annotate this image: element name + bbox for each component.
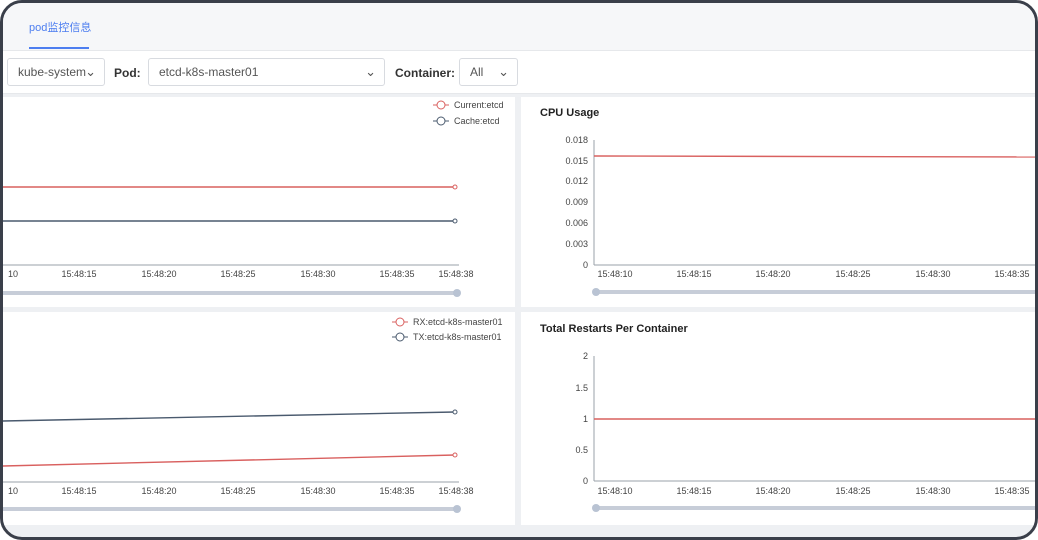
x-ticks: 15:48:10 15:48:15 15:48:20 15:48:25 15:4… (597, 486, 1029, 496)
zoom-handle[interactable] (453, 505, 461, 513)
x-tick: 15:48:15 (61, 486, 96, 496)
legend-current-marker (436, 100, 446, 110)
x-tick: 15:48:25 (220, 269, 255, 279)
x-tick: 15:48:38 (438, 486, 473, 496)
series-cache-point (452, 218, 458, 224)
active-tab-indicator (29, 47, 89, 49)
series-rx-line (3, 454, 456, 467)
x-tick: 15:48:38 (438, 269, 473, 279)
memory-panel: 10 15:48:15 15:48:20 15:48:25 15:48:30 1… (3, 97, 515, 307)
legend-rx-marker (395, 317, 405, 327)
series-tx-line (3, 411, 456, 422)
chevron-down-icon: ⌄ (365, 64, 376, 79)
x-ticks: 10 15:48:15 15:48:20 15:48:25 15:48:30 1… (8, 486, 474, 496)
tab-bar: pod监控信息 (3, 3, 1035, 51)
chevron-down-icon: ⌄ (85, 64, 96, 79)
cpu-chart: 0.018 0.015 0.012 0.009 0.006 0.003 0 15… (565, 135, 1038, 296)
x-ticks: 15:48:10 15:48:15 15:48:20 15:48:25 15:4… (597, 269, 1029, 279)
y-tick: 0.006 (565, 218, 588, 228)
zoom-slider[interactable] (3, 289, 461, 297)
legend-cache-marker (436, 116, 446, 126)
x-tick: 15:48:20 (755, 269, 790, 279)
zoom-handle[interactable] (453, 289, 461, 297)
zoom-slider[interactable] (3, 505, 461, 513)
x-tick: 15:48:30 (915, 269, 950, 279)
zoom-slider[interactable] (592, 504, 1038, 512)
x-tick: 15:48:15 (676, 269, 711, 279)
x-tick: 15:48:10 (597, 486, 632, 496)
legend-rx-label: RX:etcd-k8s-master01 (413, 317, 503, 327)
legend: RX:etcd-k8s-master01 TX:etcd-k8s-master0… (392, 317, 503, 342)
x-tick: 15:48:25 (835, 269, 870, 279)
container-select[interactable]: All ⌄ (459, 58, 518, 86)
namespace-select-value: kube-system (18, 65, 87, 79)
restarts-chart: 2 1.5 1 0.5 0 15:48:10 15:48:15 15:48:20… (575, 351, 1038, 512)
x-tick: 15:48:20 (141, 486, 176, 496)
cpu-series-line (593, 155, 1035, 158)
namespace-select[interactable]: kube-system ⌄ (7, 58, 105, 86)
x-tick: 15:48:35 (994, 269, 1029, 279)
y-tick: 0.012 (565, 176, 588, 186)
pod-label: Pod: (114, 66, 141, 80)
x-tick: 15:48:30 (300, 486, 335, 496)
filter-bar: kube-system ⌄ Pod: etcd-k8s-master01 ⌄ C… (3, 51, 1035, 94)
x-tick: 15:48:20 (141, 269, 176, 279)
y-tick: 0.5 (575, 445, 588, 455)
x-tick: 15:48:35 (994, 486, 1029, 496)
x-ticks: 10 15:48:15 15:48:20 15:48:25 15:48:30 1… (8, 269, 474, 279)
zoom-handle[interactable] (592, 504, 600, 512)
x-tick: 10 (8, 486, 18, 496)
legend-current-label: Current:etcd (454, 100, 504, 110)
app-frame: pod监控信息 kube-system ⌄ Pod: etcd-k8s-mast… (0, 0, 1038, 540)
y-ticks: 0.018 0.015 0.012 0.009 0.006 0.003 0 (565, 135, 588, 270)
container-select-value: All (470, 65, 484, 79)
network-panel: 10 15:48:15 15:48:20 15:48:25 15:48:30 1… (3, 312, 515, 525)
series-current-point (452, 184, 458, 190)
y-tick: 0.009 (565, 197, 588, 207)
restarts-panel: Total Restarts Per Container 2 1.5 1 0.5… (521, 312, 1038, 525)
y-tick: 0.003 (565, 239, 588, 249)
y-tick: 1.5 (575, 383, 588, 393)
x-tick: 15:48:15 (61, 269, 96, 279)
y-tick: 0.018 (565, 135, 588, 145)
x-tick: 15:48:25 (835, 486, 870, 496)
pod-select[interactable]: etcd-k8s-master01 ⌄ (148, 58, 385, 86)
series-tx-point (452, 409, 458, 415)
cpu-panel: CPU Usage 0.018 0.015 0.012 0.009 0.006 … (521, 97, 1038, 307)
x-tick: 15:48:10 (597, 269, 632, 279)
legend-tx-marker (395, 332, 405, 342)
zoom-handle[interactable] (592, 288, 600, 296)
legend-tx-label: TX:etcd-k8s-master01 (413, 332, 502, 342)
y-tick: 1 (583, 414, 588, 424)
x-tick: 15:48:25 (220, 486, 255, 496)
x-tick: 10 (8, 269, 18, 279)
legend-cache-label: Cache:etcd (454, 116, 500, 126)
tab-pod-monitoring[interactable]: pod监控信息 (29, 19, 91, 35)
container-label: Container: (395, 66, 455, 80)
zoom-slider[interactable] (592, 288, 1038, 296)
y-tick: 2 (583, 351, 588, 361)
x-tick: 15:48:30 (915, 486, 950, 496)
x-tick: 15:48:15 (676, 486, 711, 496)
memory-chart: 10 15:48:15 15:48:20 15:48:25 15:48:30 1… (3, 100, 504, 297)
legend: Current:etcd Cache:etcd (433, 100, 504, 126)
x-tick: 15:48:30 (300, 269, 335, 279)
network-chart: 10 15:48:15 15:48:20 15:48:25 15:48:30 1… (3, 317, 503, 513)
y-tick: 0 (583, 260, 588, 270)
x-tick: 15:48:20 (755, 486, 790, 496)
y-ticks: 2 1.5 1 0.5 0 (575, 351, 588, 486)
x-tick: 15:48:35 (379, 269, 414, 279)
pod-select-value: etcd-k8s-master01 (159, 65, 259, 79)
y-tick: 0 (583, 476, 588, 486)
chevron-down-icon: ⌄ (498, 64, 509, 79)
series-rx-point (452, 452, 458, 458)
x-tick: 15:48:35 (379, 486, 414, 496)
y-tick: 0.015 (565, 156, 588, 166)
